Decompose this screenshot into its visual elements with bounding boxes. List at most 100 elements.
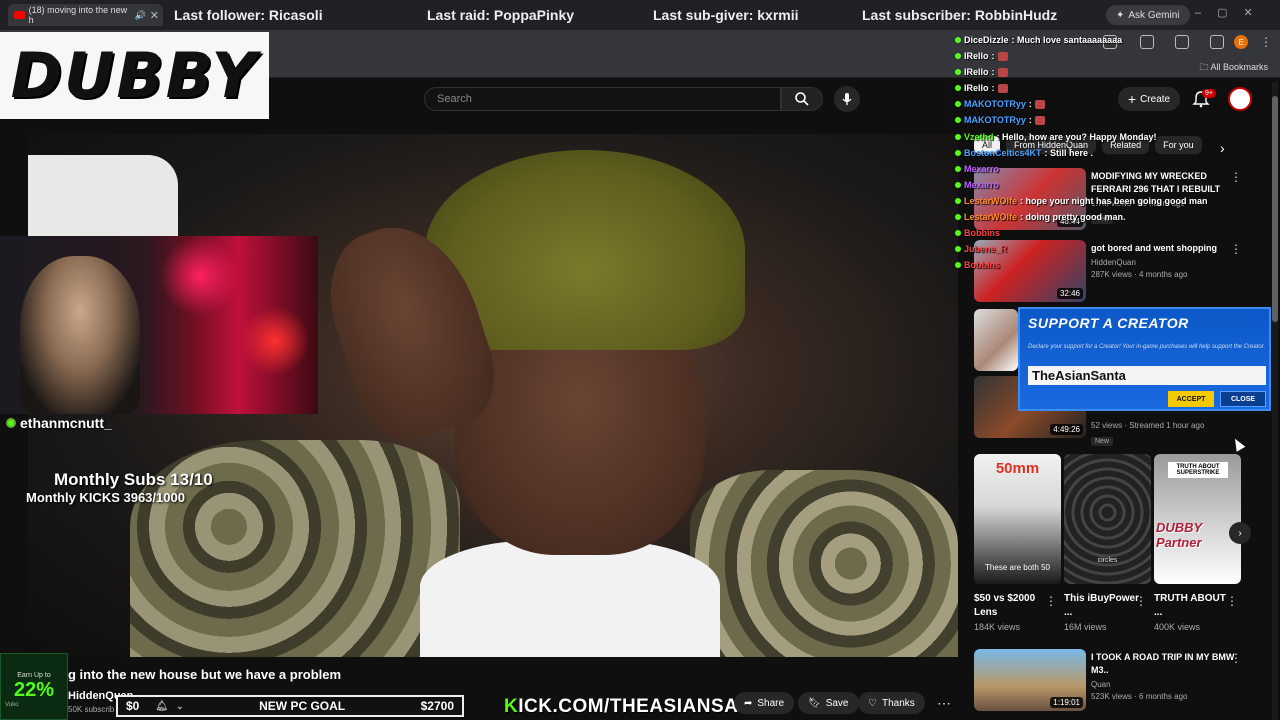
video-thumbnail[interactable]: 1:19:01 — [974, 649, 1086, 711]
tab-close-icon[interactable]: ✕ — [150, 9, 159, 22]
menu-kebab-icon[interactable]: ⋮ — [1260, 35, 1272, 49]
short-caption: DUBBY Partner — [1156, 520, 1202, 550]
recommendation-item[interactable]: 32:46 got bored and went shopping Hidden… — [974, 240, 1264, 302]
more-options-icon[interactable]: ⋮ — [1135, 594, 1147, 608]
chat-message: Bobbins — [955, 260, 1003, 270]
cast-icon[interactable] — [1175, 35, 1189, 49]
save-label: Save — [825, 697, 849, 709]
white-shirt — [420, 540, 720, 657]
more-options-icon[interactable]: ⋮ — [1230, 651, 1242, 665]
short-title[interactable]: TRUTH ABOUT ... — [1154, 592, 1234, 620]
profile-avatar[interactable]: E — [1234, 35, 1248, 49]
streamer-figure — [20, 256, 140, 414]
more-options-icon[interactable]: ⋮ — [1230, 242, 1242, 256]
chat-username: MAKOTOTRyy — [964, 115, 1026, 125]
ticker-last-raid: Last raid: PoppaPinky — [427, 7, 575, 23]
short-title[interactable]: This iBuyPower ... — [1064, 592, 1144, 620]
chat-badge-icon — [955, 166, 961, 172]
video-title: g into the new house but we have a probl… — [68, 667, 342, 682]
chat-username: Bobbins — [964, 228, 1000, 238]
shorts-next-icon[interactable]: › — [1229, 522, 1251, 544]
folder-icon: 🗀 — [1199, 62, 1209, 72]
recommendation-views: 523K views · 6 months ago — [1091, 692, 1188, 701]
save-button[interactable]: 🔖︎ Save — [798, 692, 859, 714]
goal-current-amount: $0 — [126, 699, 140, 713]
rgb-light-glow — [160, 236, 240, 316]
thanks-button[interactable]: ♡ Thanks — [858, 692, 925, 714]
streamer-name: ethanmcnutt_ — [20, 415, 112, 431]
creator-code-field[interactable]: TheAsianSanta — [1028, 366, 1266, 385]
pc-goal-bar: $0 🔔︎ ⌄ NEW PC GOAL $2700 — [116, 695, 464, 717]
recommendation-title[interactable]: got bored and went shopping — [1091, 242, 1241, 255]
chat-text: : — [991, 67, 995, 77]
chevron-right-icon[interactable]: › — [1220, 140, 1225, 156]
ask-gemini-label: Ask Gemini — [1128, 9, 1180, 21]
speaker-icon[interactable]: 🔊 — [135, 10, 146, 21]
chat-username: Bobbins — [964, 260, 1000, 270]
earn-brand: Vuko — [5, 702, 19, 708]
more-options-icon[interactable]: ⋮ — [1230, 170, 1242, 184]
dubby-logo: DUBBY — [0, 32, 269, 119]
ask-gemini-button[interactable]: ✦ Ask Gemini — [1106, 5, 1190, 25]
plus-icon: + — [1127, 91, 1137, 107]
kick-url-k: K — [504, 696, 519, 717]
chat-text: : Still here . — [1044, 148, 1094, 158]
search-button[interactable] — [781, 87, 823, 111]
chat-username: Mexarro — [964, 164, 1000, 174]
chat-message: Jubene_R — [955, 244, 1010, 254]
chat-message: Mexarro — [955, 180, 1002, 190]
voice-search-button[interactable] — [834, 86, 860, 112]
recommendation-item[interactable]: 1:19:01 I TOOK A ROAD TRIP IN MY BMW M3.… — [974, 649, 1264, 711]
chat-username: Mexarro — [964, 180, 1000, 190]
chat-badge-icon — [955, 69, 961, 75]
recommendation-title[interactable]: MODIFYING MY WRECKED FERRARI 296 THAT I … — [1091, 170, 1241, 196]
recommendation-title[interactable]: I TOOK A ROAD TRIP IN MY BMW M3.. — [1091, 651, 1241, 677]
short-title[interactable]: $50 vs $2000 Lens — [974, 592, 1054, 620]
create-label: Create — [1140, 93, 1171, 105]
chat-badge-icon — [955, 101, 961, 107]
chat-message: LestarWOlfe: doing pretty good man. — [955, 212, 1126, 222]
close-button[interactable]: CLOSE — [1220, 391, 1266, 407]
bookmark-icon: 🔖︎ — [808, 697, 821, 709]
chat-emote-icon — [997, 67, 1008, 77]
short-thumbnail[interactable]: circles — [1064, 454, 1151, 584]
accept-button[interactable]: ACCEPT — [1168, 391, 1214, 407]
support-header: SUPPORT A CREATOR — [1028, 315, 1189, 331]
mouse-cursor-icon — [1230, 436, 1246, 452]
more-options-icon[interactable]: ⋮ — [1045, 594, 1057, 608]
recommendation-views: 52 views · Streamed 1 hour ago — [1091, 421, 1205, 430]
chat-badge-icon — [955, 214, 961, 220]
reading-list-icon[interactable] — [1210, 35, 1224, 49]
more-actions-icon[interactable]: ⋯ — [937, 695, 951, 712]
notification-count-badge: 9+ — [1202, 89, 1216, 98]
ticker-last-subscriber: Last subscriber: RobbinHudz — [862, 7, 1058, 23]
chat-username: IRello — [964, 83, 989, 93]
more-options-icon[interactable]: ⋮ — [1226, 594, 1238, 608]
recommendation-views: 287K views · 4 months ago — [1091, 270, 1188, 279]
dubby-logo-text: DUBBY — [10, 39, 259, 112]
chat-badge-icon — [955, 134, 961, 140]
youtube-account-avatar[interactable] — [1228, 87, 1252, 111]
chat-badge-icon — [955, 198, 961, 204]
scrollbar-thumb[interactable] — [1272, 96, 1278, 322]
window-controls[interactable]: –▢✕ — [1195, 6, 1269, 19]
chat-message: LestarWOlfe: hope your night has been go… — [955, 196, 1208, 206]
short-thumbnail[interactable]: TRUTH ABOUT SUPERSTRIKE DUBBY Partner — [1154, 454, 1241, 584]
puzzle-icon[interactable] — [1140, 35, 1154, 49]
chat-username: LestarWOlfe — [964, 196, 1018, 206]
short-info: $50 vs $2000 Lens 184K views — [974, 592, 1054, 632]
browser-tab[interactable]: (18) moving into the new h 🔊 ✕ — [8, 4, 163, 26]
microphone-icon — [842, 93, 852, 105]
create-button[interactable]: + Create — [1118, 87, 1180, 111]
chat-message: MAKOTOTRyy: — [955, 115, 1045, 125]
short-thumbnail[interactable]: 50mm These are both 50 — [974, 454, 1061, 584]
chat-emote-icon — [997, 83, 1008, 93]
recommendation-channel[interactable]: Quan — [1091, 680, 1241, 689]
search-input[interactable]: Search — [424, 87, 781, 111]
all-bookmarks[interactable]: 🗀 All Bookmarks — [1199, 60, 1268, 76]
share-button[interactable]: ➦ Share — [734, 692, 795, 714]
chip-for-you[interactable]: For you — [1155, 136, 1202, 154]
chat-emote-icon — [1034, 115, 1045, 125]
recommendation-channel[interactable]: HiddenQuan — [1091, 258, 1241, 267]
chat-message: MAKOTOTRyy: — [955, 99, 1045, 109]
